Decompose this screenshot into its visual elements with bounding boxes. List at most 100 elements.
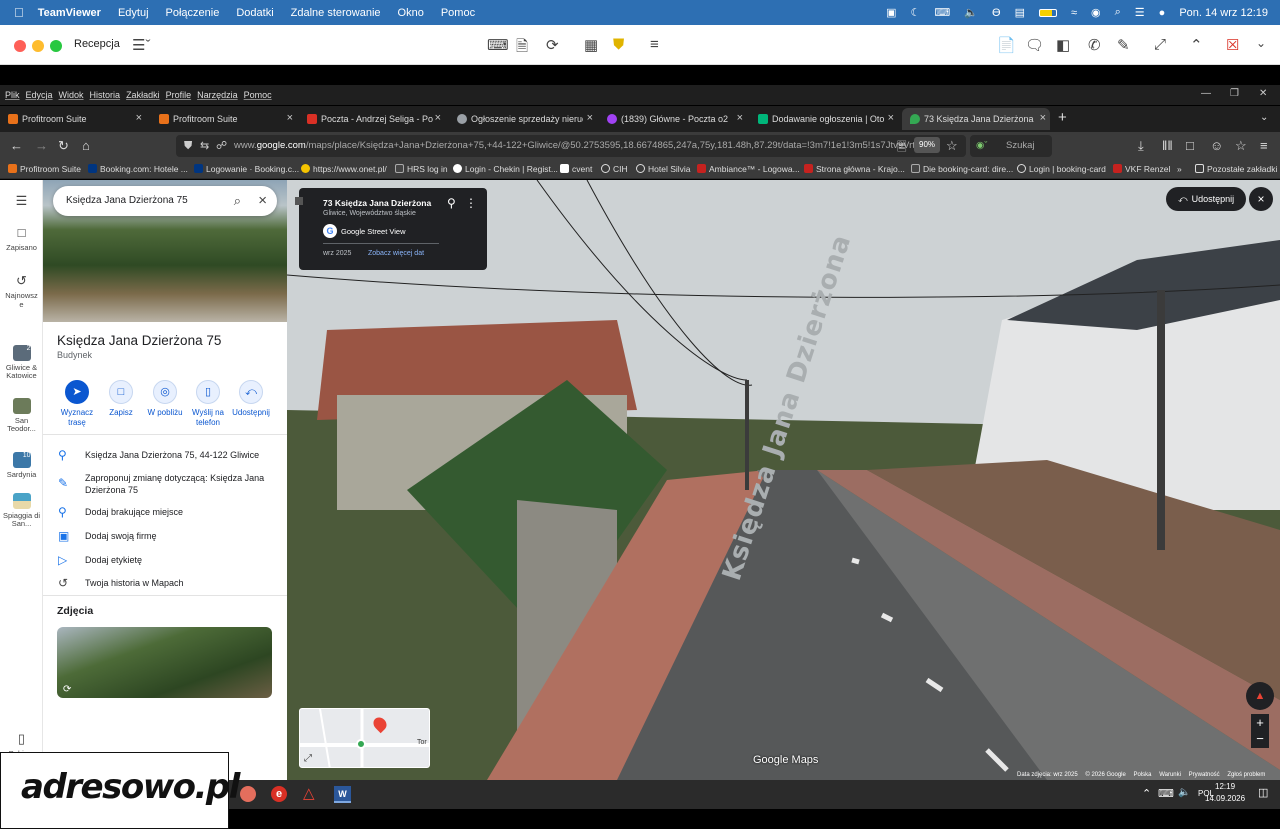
rail-recent-place[interactable]: San Teodor... [0, 398, 43, 434]
save-button[interactable]: □ Zapisz [98, 380, 144, 418]
tab-profitroom-2[interactable]: Profitroom Suite × [151, 108, 297, 130]
close-tab-icon[interactable]: × [587, 112, 593, 124]
footer-report-link[interactable]: Zgłoś problem [1227, 772, 1265, 778]
keyboard-shortcut-icon[interactable]: ⌨ [487, 36, 509, 54]
send-to-phone-button[interactable]: ▯ Wyślij na telefon [185, 380, 231, 427]
search-input[interactable]: Księdza Jana Dzierżona 75 ⌕ × [53, 186, 277, 216]
library-icon[interactable]: ‖‖ [1162, 138, 1173, 153]
address-row[interactable]: Księdza Jana Dzierżona 75, 44-122 Gliwic… [85, 450, 275, 462]
search-engine-icon[interactable]: ◉ˇ [976, 135, 987, 157]
bookmark-profitroom[interactable]: Profitroom Suite [8, 164, 81, 174]
bookmark-ambiance[interactable]: Ambiance™ - Logowa... [697, 164, 800, 174]
reload-icon[interactable]: ↻ [58, 138, 69, 154]
bookmark-booking-card-login[interactable]: Login | booking-card [1017, 164, 1106, 174]
star-icon[interactable]: ☆ [946, 138, 958, 154]
close-icon[interactable]: × [258, 186, 267, 216]
menu-zakladki[interactable]: Zakładki [126, 90, 160, 100]
bookmarks-overflow-icon[interactable]: » [1177, 164, 1182, 174]
menu-zdalne-sterowanie[interactable]: Zdalne sterowanie [291, 7, 381, 19]
shield-icon[interactable]: ⛊ [613, 36, 624, 53]
remote-update-icon[interactable]: ⟳ [546, 36, 559, 54]
bookmark-chekin[interactable]: Login - Chekin | Regist... [453, 164, 558, 174]
close-tab-icon[interactable]: × [737, 112, 743, 124]
menu-polaczenie[interactable]: Połączenie [166, 7, 220, 19]
bookmark-onet[interactable]: https://www.onet.pl/ [301, 164, 387, 174]
shield-icon[interactable]: ⛊ [184, 135, 192, 157]
see-more-dates-link[interactable]: Zobacz więcej dat [368, 250, 424, 257]
downloads-icon[interactable]: ⤓ [1138, 138, 1144, 154]
suggest-edit-row[interactable]: Zaproponuj zmianę dotyczącą: Księdza Jan… [85, 473, 275, 496]
battery-icon[interactable] [1038, 7, 1057, 19]
chevron-down-icon[interactable]: ⌄ [1256, 36, 1266, 50]
app-icon-warning[interactable]: △ [303, 784, 315, 802]
bookmark-vkf[interactable]: VKF Renzel [1113, 164, 1170, 174]
close-tab-icon[interactable]: × [888, 112, 894, 124]
tab-o2[interactable]: (1839) Główne - Poczta o2 × [599, 108, 747, 130]
close-tab-icon[interactable]: × [287, 112, 293, 124]
search-icon[interactable]: ⌕ [234, 186, 241, 216]
app-icon-cloud[interactable] [240, 786, 256, 802]
collapse-icon[interactable]: ⌃ [1190, 36, 1203, 54]
tray-volume-icon[interactable]: 🔈 [1178, 787, 1190, 798]
menu-icon[interactable]: ☰ [0, 193, 43, 212]
permissions-icon[interactable]: ⇆ [200, 135, 209, 157]
video-icon[interactable]: ◧ [1056, 36, 1070, 54]
close-tab-icon[interactable]: × [136, 112, 142, 124]
files-icon[interactable]: 📄 [997, 36, 1016, 54]
bookmark-booking-card-dir[interactable]: Die booking-card: dire... [911, 164, 1013, 174]
bookmark-hrs[interactable]: HRS log in [395, 164, 448, 174]
siri-icon[interactable]: ● [1159, 7, 1166, 19]
back-icon[interactable]: ← [10, 138, 23, 153]
forward-icon[interactable]: → [35, 138, 48, 153]
end-session-icon[interactable]: ☒ [1226, 36, 1239, 54]
bluetooth-icon[interactable]: ϴ [992, 7, 1001, 19]
footer-terms-link[interactable]: Warunki [1159, 772, 1181, 778]
bookmark-cvent[interactable]: cvent [560, 164, 592, 174]
apple-icon[interactable]:  [14, 5, 24, 20]
menu-plik[interactable]: Plik [5, 90, 20, 100]
menubar-clock[interactable]: Pon. 14 wrz 12:19 [1179, 7, 1268, 19]
fullscreen-icon[interactable]: ⤢ [1154, 36, 1166, 53]
menu-pomoc[interactable]: Pomoc [441, 7, 475, 19]
zoom-in-button[interactable]: + [1251, 714, 1269, 731]
volume-icon[interactable]: 🔈 [964, 6, 978, 19]
app-icon-word[interactable]: W [334, 786, 351, 803]
browser-restore-button[interactable]: ❐ [1230, 88, 1239, 99]
menu-historia[interactable]: Historia [90, 90, 121, 100]
menu-pomoc-browser[interactable]: Pomoc [244, 90, 272, 100]
extensions-icon[interactable]: ☆ [1235, 138, 1247, 154]
directions-button[interactable]: ➤ Wyznacz trasę [54, 380, 100, 427]
control-center-icon[interactable]: ☰ [1135, 6, 1145, 19]
blackout-icon[interactable]: ▦ [584, 36, 598, 54]
close-window-button[interactable] [14, 40, 26, 52]
address-bar[interactable]: ⛊ ⇆ ☍ www.google.com/maps/place/Księdza+… [176, 135, 966, 157]
tab-ogloszenie[interactable]: Ogłoszenie sprzedaży nieruchomo × [449, 108, 597, 130]
menu-edycja[interactable]: Edycja [26, 90, 53, 100]
browser-minimize-button[interactable]: — [1201, 88, 1211, 99]
maximize-window-button[interactable] [50, 40, 62, 52]
rail-recent-place[interactable]: Spiaggia di San... [0, 493, 43, 529]
chat-icon[interactable]: 🗨 [1025, 36, 1044, 54]
zoom-out-button[interactable]: − [1251, 731, 1269, 748]
compass-button[interactable]: ▲ [1246, 682, 1274, 710]
photo-thumbnail[interactable]: ⟳ [57, 627, 272, 698]
location-pin-icon[interactable]: ⚲ [447, 196, 456, 210]
app-menu-icon[interactable]: ≡ [1260, 138, 1268, 153]
moon-icon[interactable]: ☾ [911, 6, 921, 19]
account-icon[interactable]: ☺ [1210, 138, 1223, 153]
bookmark-booking[interactable]: Booking.com: Hotele ... [88, 164, 188, 174]
home-icon[interactable]: ⌂ [82, 138, 90, 153]
close-tab-icon[interactable]: × [1040, 112, 1046, 124]
street-view[interactable]: Księdza Jana Dzierżona ← 73 Księdza Jana… [287, 180, 1280, 780]
tab-poczta[interactable]: Poczta - Andrzej Seliga - Poczta× [299, 108, 445, 130]
browser-close-button[interactable]: ✕ [1259, 88, 1267, 99]
new-tab-button[interactable]: + [1058, 109, 1067, 126]
tab-profitroom-1[interactable]: Profitroom Suite × [0, 108, 146, 130]
user-icon[interactable]: ◉ [1091, 6, 1101, 19]
minimize-window-button[interactable] [32, 40, 44, 52]
bookmark-other[interactable]: Pozostałe zakładki [1195, 164, 1277, 174]
rail-saved[interactable]: □ Zapisano [0, 225, 43, 253]
tray-keyboard-icon[interactable]: ⌨ [1158, 787, 1174, 800]
bookmark-krajo[interactable]: Strona główna - Krajo... [804, 164, 905, 174]
app-menu-name[interactable]: TeamViewer [38, 7, 101, 19]
